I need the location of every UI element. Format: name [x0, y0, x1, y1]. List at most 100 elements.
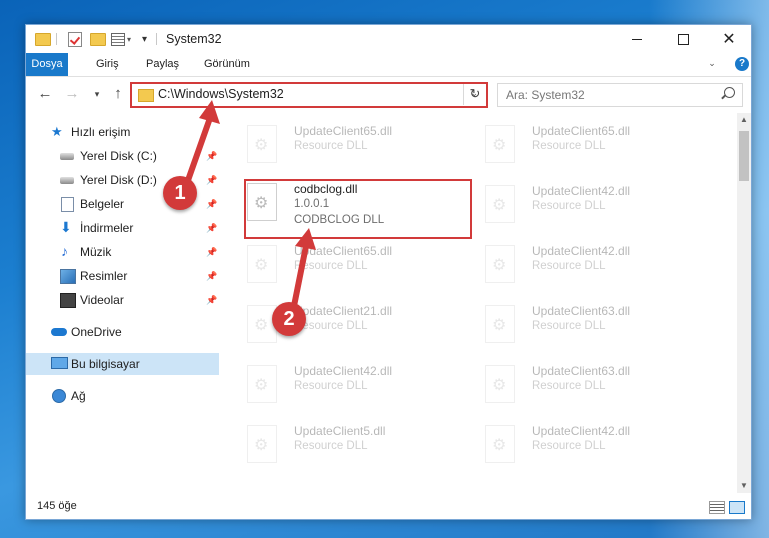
- pin-icon[interactable]: 📌: [206, 241, 217, 263]
- search-placeholder: Ara: System32: [506, 88, 585, 102]
- view-options-icon[interactable]: ▾: [111, 31, 131, 47]
- vertical-scrollbar[interactable]: ▲ ▼: [737, 113, 751, 493]
- up-arrow-icon[interactable]: ↑: [110, 86, 126, 102]
- pin-icon[interactable]: 📌: [206, 265, 217, 287]
- scrollbar-thumb[interactable]: [739, 131, 749, 181]
- pin-icon[interactable]: 📌: [206, 217, 217, 239]
- sidebar-item-label: İndirmeler: [80, 221, 134, 235]
- videos-icon: [60, 293, 76, 308]
- sidebar-item-music[interactable]: ♪ Müzik 📌: [26, 241, 219, 263]
- file-name: UpdateClient63.dll: [532, 304, 631, 318]
- sidebar-item-label: OneDrive: [71, 325, 122, 339]
- toolbar-divider: [56, 33, 57, 45]
- file-item[interactable]: UpdateClient65.dll Resource DLL: [457, 117, 687, 169]
- tab-share[interactable]: Paylaş: [138, 53, 187, 76]
- sidebar-item-local-disk-c[interactable]: Yerel Disk (C:) 📌: [26, 145, 219, 167]
- sidebar-item-network[interactable]: Ağ: [26, 385, 219, 407]
- file-name: UpdateClient63.dll: [532, 364, 631, 378]
- sidebar-item-label: Belgeler: [80, 197, 125, 211]
- file-highlight-box: [244, 179, 472, 239]
- file-explorer-window: ▾ ▾ System32 ✕ Dosya Giriş Paylaş Görünü…: [25, 24, 752, 520]
- search-input[interactable]: Ara: System32: [497, 83, 743, 107]
- customize-toolbar-icon[interactable]: ▾: [142, 31, 147, 47]
- pin-icon[interactable]: 📌: [206, 145, 217, 167]
- computer-icon: [51, 357, 68, 369]
- details-view-icon[interactable]: [709, 501, 725, 514]
- sidebar-item-quick-access[interactable]: ★ Hızlı erişim: [26, 121, 219, 143]
- tab-home[interactable]: Giriş: [88, 53, 127, 76]
- star-icon: ★: [51, 124, 63, 139]
- documents-icon: [61, 197, 74, 212]
- file-description: Resource DLL: [532, 140, 606, 152]
- tab-view[interactable]: Görünüm: [196, 53, 258, 76]
- dll-file-icon: [247, 125, 277, 163]
- dll-file-icon: [485, 185, 515, 223]
- file-description: Resource DLL: [532, 440, 606, 452]
- file-name: UpdateClient42.dll: [532, 424, 631, 438]
- forward-arrow-icon[interactable]: →: [64, 86, 80, 102]
- file-item[interactable]: UpdateClient42.dll Resource DLL: [457, 177, 687, 229]
- file-name: UpdateClient65.dll: [532, 124, 631, 138]
- sidebar-item-this-pc[interactable]: Bu bilgisayar: [26, 353, 219, 375]
- file-item[interactable]: UpdateClient42.dll Resource DLL: [457, 237, 687, 289]
- back-arrow-icon[interactable]: ←: [37, 86, 53, 102]
- sidebar-item-label: Bu bilgisayar: [71, 357, 140, 371]
- search-icon[interactable]: [724, 87, 735, 98]
- downloads-icon: ⬇: [60, 219, 72, 235]
- toolbar-divider: [156, 33, 157, 45]
- file-item[interactable]: UpdateClient65.dll Resource DLL: [219, 117, 449, 169]
- sidebar-item-label: Ağ: [71, 389, 86, 403]
- pictures-icon: [60, 269, 76, 284]
- minimize-button[interactable]: [614, 25, 660, 53]
- file-item[interactable]: UpdateClient63.dll Resource DLL: [457, 357, 687, 409]
- scroll-up-icon[interactable]: ▲: [737, 113, 751, 127]
- file-item[interactable]: UpdateClient42.dll Resource DLL: [457, 417, 687, 469]
- file-description: Resource DLL: [532, 260, 606, 272]
- file-description: Resource DLL: [532, 200, 606, 212]
- quick-access-folder-icon[interactable]: [35, 31, 51, 47]
- tab-file[interactable]: Dosya: [26, 53, 68, 76]
- file-description: Resource DLL: [294, 380, 368, 392]
- expand-ribbon-chevron-icon[interactable]: ⌄: [705, 58, 719, 70]
- title-bar: ▾ ▾ System32 ✕: [26, 25, 751, 53]
- window-title: System32: [166, 32, 222, 46]
- file-name: UpdateClient42.dll: [294, 364, 393, 378]
- file-name: UpdateClient21.dll: [294, 304, 393, 318]
- file-name: UpdateClient65.dll: [294, 244, 393, 258]
- sidebar-item-pictures[interactable]: Resimler 📌: [26, 265, 219, 287]
- sidebar-item-downloads[interactable]: ⬇ İndirmeler 📌: [26, 217, 219, 239]
- pin-icon[interactable]: 📌: [206, 193, 217, 215]
- maximize-button[interactable]: [660, 25, 706, 53]
- file-item[interactable]: UpdateClient42.dll Resource DLL: [219, 357, 449, 409]
- file-item[interactable]: UpdateClient21.dll Resource DLL: [219, 297, 449, 349]
- file-item[interactable]: UpdateClient65.dll Resource DLL: [219, 237, 449, 289]
- help-icon[interactable]: ?: [735, 57, 749, 71]
- dll-file-icon: [485, 125, 515, 163]
- dll-file-icon: [485, 425, 515, 463]
- recent-locations-chevron-icon[interactable]: ▾: [89, 86, 105, 102]
- pin-icon[interactable]: 📌: [206, 169, 217, 191]
- sidebar-item-videos[interactable]: Videolar 📌: [26, 289, 219, 311]
- music-icon: ♪: [61, 243, 68, 259]
- dll-file-icon: [485, 365, 515, 403]
- file-item[interactable]: UpdateClient63.dll Resource DLL: [457, 297, 687, 349]
- sidebar-item-onedrive[interactable]: OneDrive: [26, 321, 219, 343]
- file-name: UpdateClient65.dll: [294, 124, 393, 138]
- ribbon-tabs: Dosya Giriş Paylaş Görünüm ⌄ ?: [26, 53, 751, 77]
- pin-icon[interactable]: 📌: [206, 289, 217, 311]
- close-button[interactable]: ✕: [706, 25, 752, 53]
- file-description: Resource DLL: [294, 440, 368, 452]
- file-name: UpdateClient5.dll: [294, 424, 386, 438]
- step-2-badge: 2: [272, 302, 306, 336]
- sidebar-item-label: Yerel Disk (C:): [80, 149, 157, 163]
- step-1-badge: 1: [163, 176, 197, 210]
- new-folder-icon[interactable]: [90, 31, 106, 47]
- tiles-view-icon[interactable]: [729, 501, 745, 514]
- sidebar-item-label: Hızlı erişim: [71, 125, 131, 139]
- address-highlight-box: [130, 82, 488, 108]
- scroll-down-icon[interactable]: ▼: [737, 479, 751, 493]
- file-item[interactable]: UpdateClient5.dll Resource DLL: [219, 417, 449, 469]
- sidebar-item-label: Yerel Disk (D:): [80, 173, 157, 187]
- properties-check-icon[interactable]: [68, 31, 82, 47]
- file-name: UpdateClient42.dll: [532, 244, 631, 258]
